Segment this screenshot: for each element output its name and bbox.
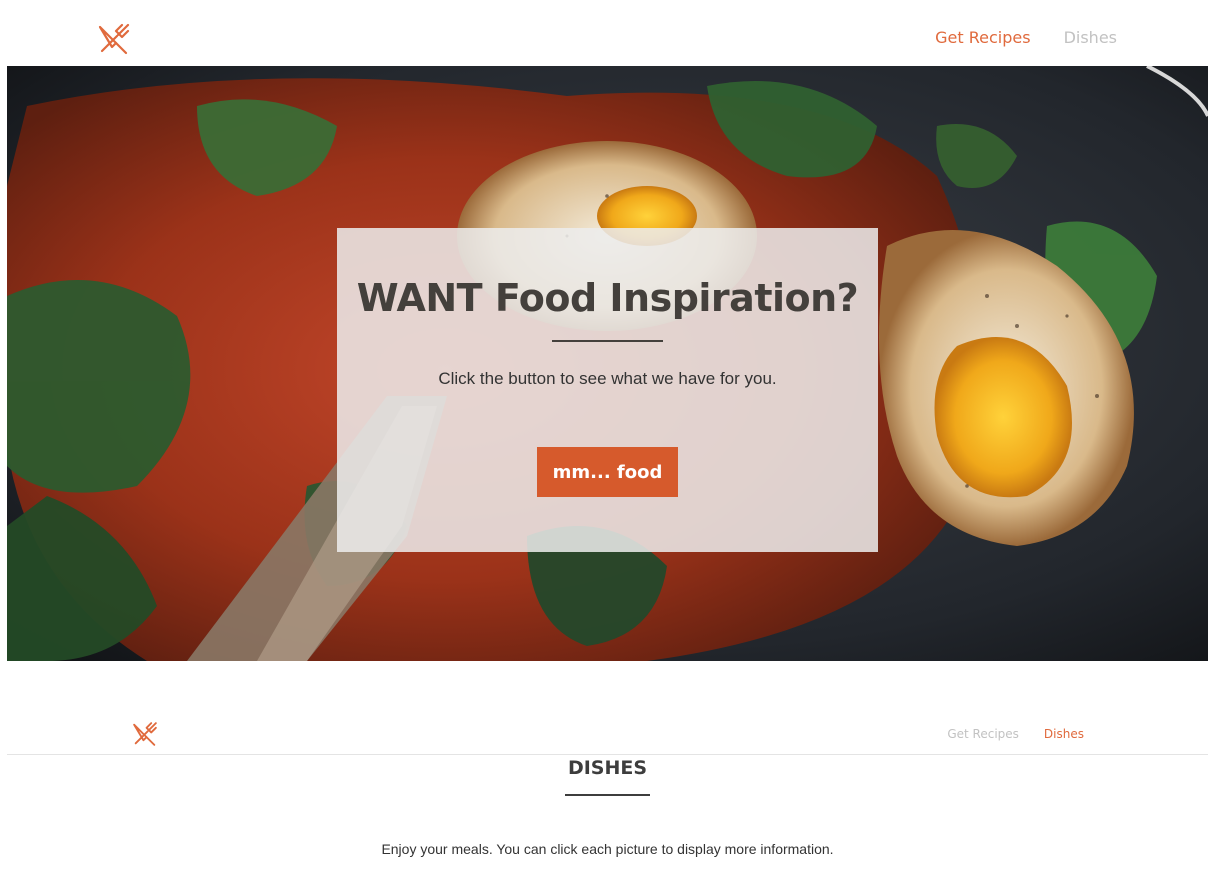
hero-card: WANT Food Inspiration? Click the button … — [337, 228, 878, 552]
dishes-divider — [565, 794, 650, 796]
dishes-title: DISHES — [567, 757, 648, 779]
nav-get-recipes[interactable]: Get Recipes — [935, 28, 1030, 48]
subnav-dishes[interactable]: Dishes — [1044, 727, 1084, 741]
nav-dishes[interactable]: Dishes — [1064, 28, 1117, 48]
top-navbar: Get Recipes Dishes — [0, 0, 1230, 66]
hero-divider — [552, 340, 663, 342]
dishes-description: Enjoy your meals. You can click each pic… — [381, 841, 834, 857]
hero-subtitle: Click the button to see what we have for… — [438, 369, 777, 388]
hero-title: WANT Food Inspiration? — [356, 276, 859, 320]
sub-navbar: Get Recipes Dishes — [7, 710, 1208, 755]
top-nav-links: Get Recipes Dishes — [935, 28, 1117, 48]
subnav-get-recipes[interactable]: Get Recipes — [947, 727, 1019, 741]
sub-nav-links: Get Recipes Dishes — [947, 727, 1084, 741]
hero-banner: WANT Food Inspiration? Click the button … — [7, 66, 1208, 661]
crossed-fork-knife-icon[interactable] — [96, 21, 132, 57]
crossed-fork-knife-icon[interactable] — [131, 720, 159, 748]
mm-food-button[interactable]: mm... food — [537, 447, 678, 497]
